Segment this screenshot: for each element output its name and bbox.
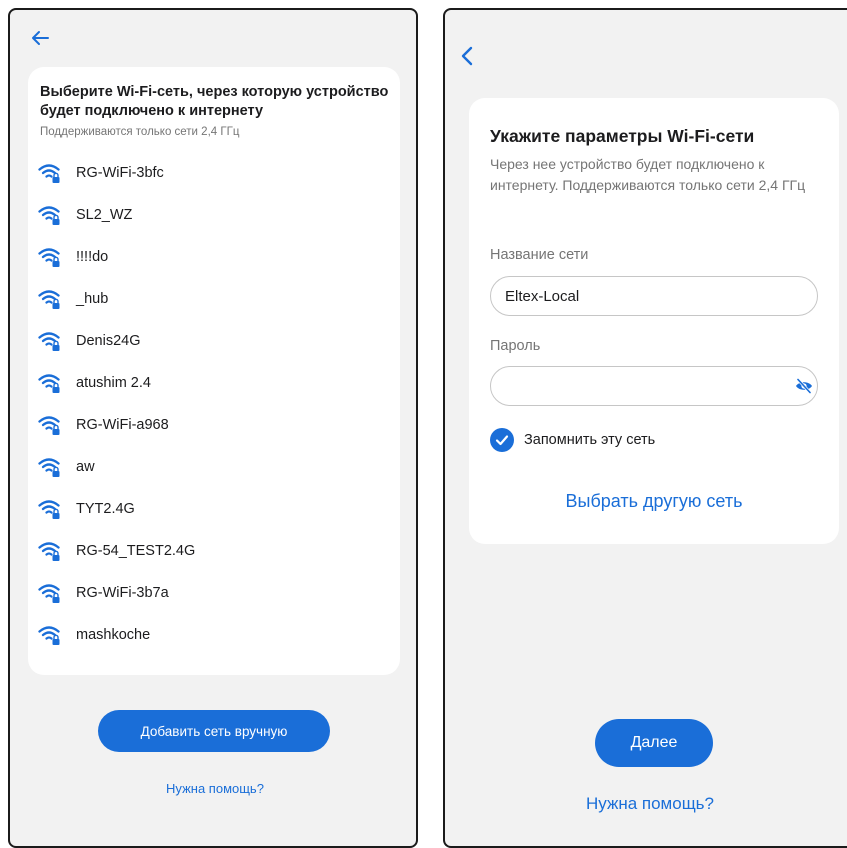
help-link[interactable]: Нужна помощь? bbox=[445, 794, 847, 814]
network-name: RG-WiFi-3b7a bbox=[76, 585, 169, 601]
checkmark-icon bbox=[490, 428, 514, 452]
network-item[interactable]: _hub bbox=[38, 278, 388, 320]
network-item[interactable]: TYT2.4G bbox=[38, 488, 388, 530]
wifi-lock-icon bbox=[38, 330, 62, 352]
description: Через нее устройство будет подключено к … bbox=[490, 156, 806, 193]
remember-network-checkbox[interactable]: Запомнить эту сеть bbox=[490, 428, 655, 452]
password-label: Пароль bbox=[490, 338, 541, 354]
wifi-lock-icon bbox=[38, 498, 62, 520]
network-name: aw bbox=[76, 459, 95, 475]
network-list-card: Выберите Wi-Fi-сеть, через которую устро… bbox=[28, 67, 400, 675]
network-list: RG-WiFi-3bfc SL2_WZ !!!!do _hub Denis24G atus… bbox=[38, 152, 388, 656]
network-name: RG-WiFi-3bfc bbox=[76, 165, 164, 181]
network-item[interactable]: aw bbox=[38, 446, 388, 488]
network-item[interactable]: atushim 2.4 bbox=[38, 362, 388, 404]
network-name: SL2_WZ bbox=[76, 207, 133, 223]
wifi-lock-icon bbox=[38, 624, 62, 646]
password-input[interactable] bbox=[490, 366, 818, 406]
wifi-lock-icon bbox=[38, 540, 62, 562]
wifi-params-screen: Укажите параметры Wi-Fi-сети Через нее у… bbox=[443, 8, 847, 848]
wifi-lock-icon bbox=[38, 414, 62, 436]
network-name-label: Название сети bbox=[490, 247, 589, 263]
wifi-lock-icon bbox=[38, 372, 62, 394]
network-item[interactable]: mashkoche bbox=[38, 614, 388, 656]
network-name: atushim 2.4 bbox=[76, 375, 151, 391]
network-name: Denis24G bbox=[76, 333, 141, 349]
wifi-lock-icon bbox=[38, 288, 62, 310]
wifi-lock-icon bbox=[38, 162, 62, 184]
network-item[interactable]: !!!!do bbox=[38, 236, 388, 278]
network-name-input[interactable] bbox=[490, 276, 818, 316]
back-button[interactable] bbox=[24, 22, 56, 54]
page-title: Выберите Wi-Fi-сеть, через которую устро… bbox=[40, 84, 389, 119]
eye-off-icon[interactable] bbox=[795, 378, 813, 394]
network-name: TYT2.4G bbox=[76, 501, 135, 517]
network-name: mashkoche bbox=[76, 627, 151, 643]
page-title: Укажите параметры Wi-Fi-сети bbox=[490, 126, 755, 146]
network-item[interactable]: RG-WiFi-a968 bbox=[38, 404, 388, 446]
wifi-lock-icon bbox=[38, 456, 62, 478]
network-name: RG-WiFi-a968 bbox=[76, 417, 169, 433]
network-item[interactable]: Denis24G bbox=[38, 320, 388, 362]
arrow-left-icon bbox=[32, 31, 49, 45]
band-note: Поддерживаются только сети 2,4 ГГц bbox=[40, 126, 240, 138]
back-button[interactable] bbox=[451, 40, 483, 72]
network-item[interactable]: RG-WiFi-3bfc bbox=[38, 152, 388, 194]
wifi-lock-icon bbox=[38, 582, 62, 604]
wifi-list-screen: Выберите Wi-Fi-сеть, через которую устро… bbox=[8, 8, 418, 848]
wifi-lock-icon bbox=[38, 204, 62, 226]
network-item[interactable]: RG-54_TEST2.4G bbox=[38, 530, 388, 572]
remember-network-label: Запомнить эту сеть bbox=[524, 432, 656, 448]
chevron-left-icon bbox=[461, 46, 473, 66]
wifi-lock-icon bbox=[38, 246, 62, 268]
network-name: _hub bbox=[76, 291, 109, 307]
network-item[interactable]: SL2_WZ bbox=[38, 194, 388, 236]
next-button[interactable]: Далее bbox=[595, 719, 713, 767]
add-network-manually-button[interactable]: Добавить сеть вручную bbox=[98, 710, 330, 752]
wifi-params-card: Укажите параметры Wi-Fi-сети Через нее у… bbox=[469, 98, 839, 544]
choose-other-network-link[interactable]: Выбрать другую сеть bbox=[469, 490, 839, 513]
network-name: RG-54_TEST2.4G bbox=[76, 543, 196, 559]
network-name: !!!!do bbox=[76, 249, 109, 265]
help-link[interactable]: Нужна помощь? bbox=[10, 781, 416, 796]
network-item[interactable]: RG-WiFi-3b7a bbox=[38, 572, 388, 614]
